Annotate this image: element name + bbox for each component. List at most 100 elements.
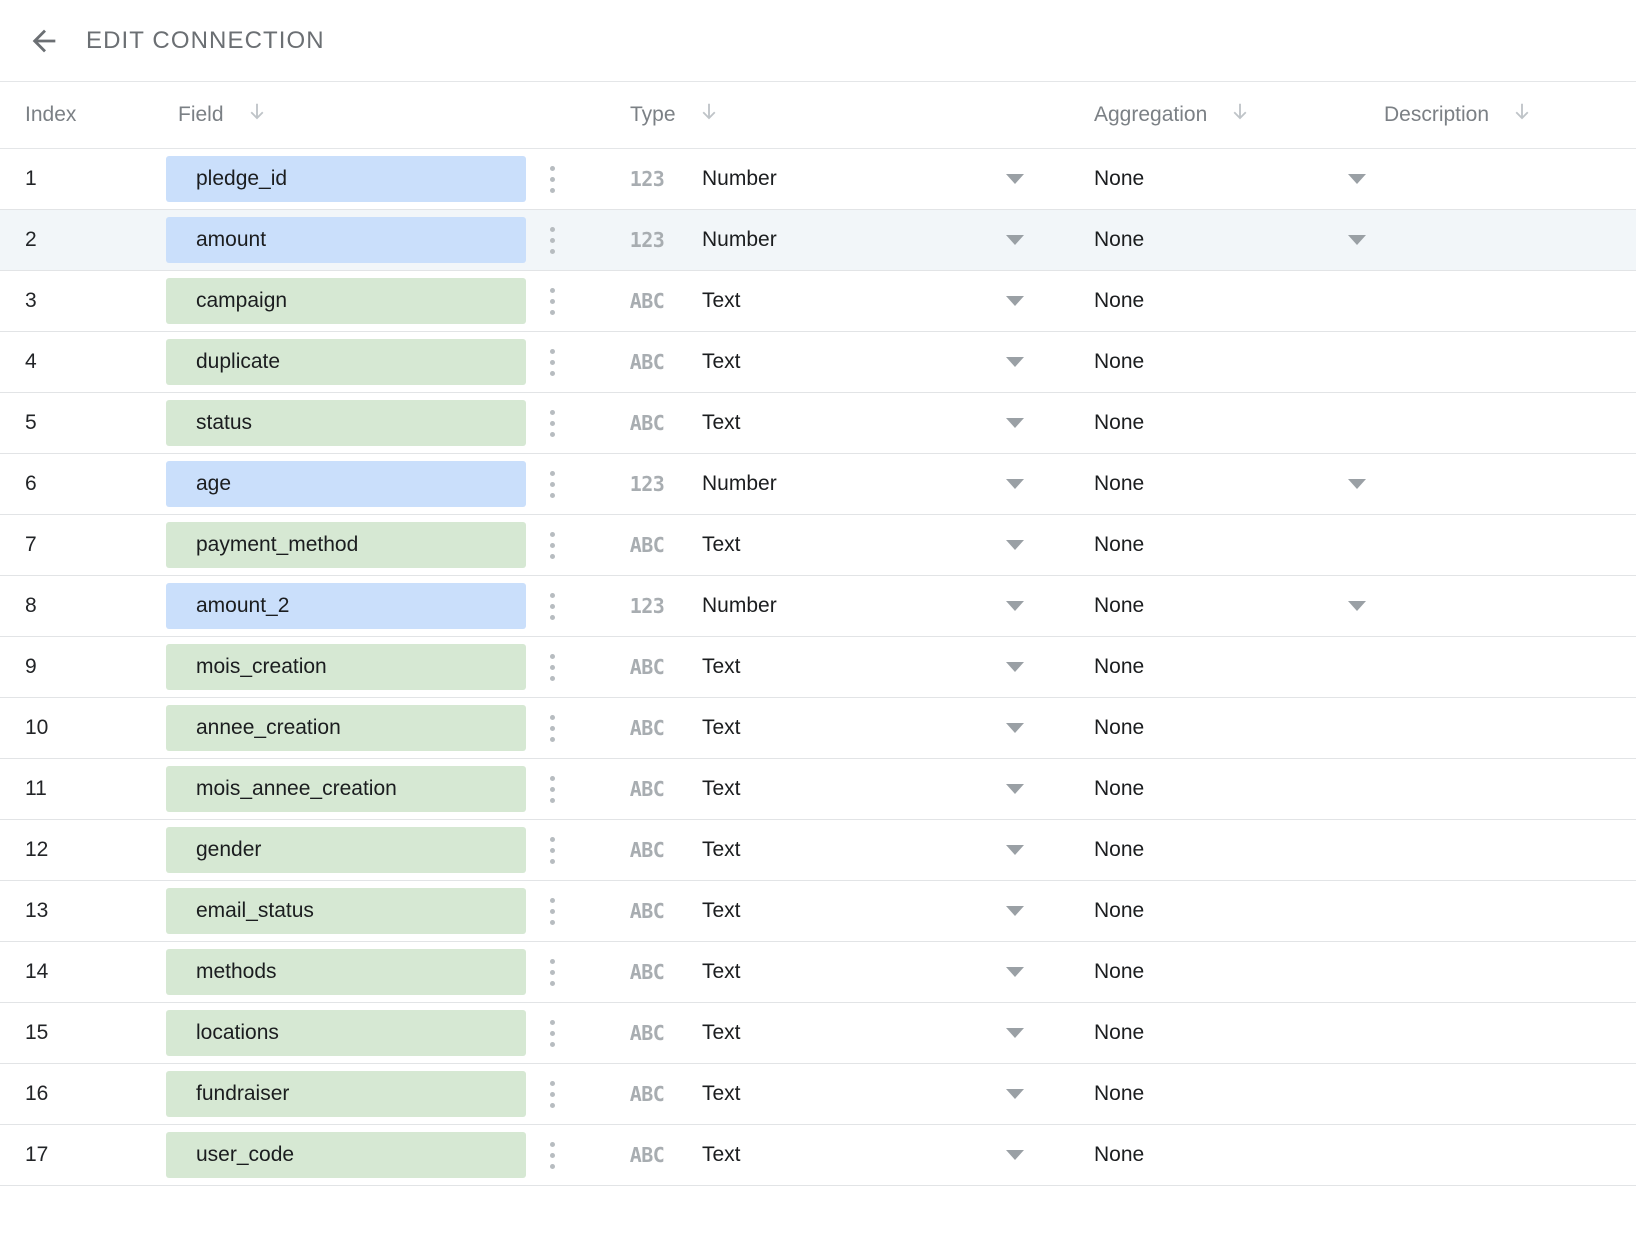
field-more-options-icon[interactable] — [536, 523, 568, 567]
aggregation-dropdown-caret-down-icon[interactable] — [1348, 601, 1366, 611]
field-name-chip[interactable]: duplicate — [166, 339, 526, 385]
type-dropdown-caret-down-icon[interactable] — [1006, 723, 1024, 733]
type-dropdown-caret-down-icon[interactable] — [1006, 845, 1024, 855]
type-cell[interactable]: 123 Number — [600, 228, 1060, 252]
type-cell[interactable]: ABC Text — [600, 960, 1060, 984]
type-cell[interactable]: ABC Text — [600, 838, 1060, 862]
sort-description-arrow-down-icon[interactable] — [1511, 99, 1533, 131]
table-row[interactable]: 14 methods ABC Text None — [0, 942, 1636, 1003]
table-row[interactable]: 4 duplicate ABC Text None — [0, 332, 1636, 393]
type-dropdown-caret-down-icon[interactable] — [1006, 1150, 1024, 1160]
type-cell[interactable]: ABC Text — [600, 777, 1060, 801]
table-row[interactable]: 8 amount_2 123 Number None — [0, 576, 1636, 637]
type-dropdown-caret-down-icon[interactable] — [1006, 784, 1024, 794]
type-dropdown-caret-down-icon[interactable] — [1006, 235, 1024, 245]
field-name-chip[interactable]: amount_2 — [166, 583, 526, 629]
back-button[interactable] — [22, 19, 66, 63]
type-cell[interactable]: ABC Text — [600, 289, 1060, 313]
type-dropdown-caret-down-icon[interactable] — [1006, 540, 1024, 550]
column-header-aggregation[interactable]: Aggregation — [1060, 99, 1366, 131]
type-cell[interactable]: ABC Text — [600, 1021, 1060, 1045]
sort-field-arrow-down-icon[interactable] — [246, 99, 268, 131]
field-more-options-icon[interactable] — [536, 340, 568, 384]
field-more-options-icon[interactable] — [536, 1133, 568, 1177]
field-more-options-icon[interactable] — [536, 1011, 568, 1055]
field-name-chip[interactable]: user_code — [166, 1132, 526, 1178]
field-more-options-icon[interactable] — [536, 401, 568, 445]
field-name-chip[interactable]: campaign — [166, 278, 526, 324]
table-row[interactable]: 17 user_code ABC Text None — [0, 1125, 1636, 1186]
sort-aggregation-arrow-down-icon[interactable] — [1229, 99, 1251, 131]
table-row[interactable]: 12 gender ABC Text None — [0, 820, 1636, 881]
type-dropdown-caret-down-icon[interactable] — [1006, 357, 1024, 367]
field-name-chip[interactable]: mois_creation — [166, 644, 526, 690]
field-more-options-icon[interactable] — [536, 584, 568, 628]
field-more-options-icon[interactable] — [536, 950, 568, 994]
table-row[interactable]: 16 fundraiser ABC Text None — [0, 1064, 1636, 1125]
type-cell[interactable]: ABC Text — [600, 716, 1060, 740]
aggregation-cell[interactable]: None — [1060, 167, 1366, 191]
field-name-chip[interactable]: age — [166, 461, 526, 507]
type-cell[interactable]: 123 Number — [600, 594, 1060, 618]
type-cell[interactable]: ABC Text — [600, 1143, 1060, 1167]
field-name-chip[interactable]: pledge_id — [166, 156, 526, 202]
table-row[interactable]: 6 age 123 Number None — [0, 454, 1636, 515]
table-row[interactable]: 3 campaign ABC Text None — [0, 271, 1636, 332]
field-more-options-icon[interactable] — [536, 706, 568, 750]
type-dropdown-caret-down-icon[interactable] — [1006, 967, 1024, 977]
aggregation-cell[interactable]: None — [1060, 594, 1366, 618]
aggregation-cell[interactable]: None — [1060, 472, 1366, 496]
aggregation-dropdown-caret-down-icon[interactable] — [1348, 235, 1366, 245]
field-more-options-icon[interactable] — [536, 1072, 568, 1116]
field-name-chip[interactable]: payment_method — [166, 522, 526, 568]
type-cell[interactable]: ABC Text — [600, 899, 1060, 923]
type-cell[interactable]: 123 Number — [600, 472, 1060, 496]
field-more-options-icon[interactable] — [536, 218, 568, 262]
field-name-chip[interactable]: methods — [166, 949, 526, 995]
column-header-description[interactable]: Description — [1366, 99, 1636, 131]
field-name-chip[interactable]: mois_annee_creation — [166, 766, 526, 812]
sort-type-arrow-down-icon[interactable] — [698, 99, 720, 131]
aggregation-dropdown-caret-down-icon[interactable] — [1348, 479, 1366, 489]
field-more-options-icon[interactable] — [536, 828, 568, 872]
column-header-field[interactable]: Field — [148, 99, 600, 131]
type-dropdown-caret-down-icon[interactable] — [1006, 418, 1024, 428]
type-dropdown-caret-down-icon[interactable] — [1006, 174, 1024, 184]
field-name-chip[interactable]: locations — [166, 1010, 526, 1056]
type-dropdown-caret-down-icon[interactable] — [1006, 479, 1024, 489]
aggregation-cell[interactable]: None — [1060, 228, 1366, 252]
column-header-type[interactable]: Type — [600, 99, 1060, 131]
table-row[interactable]: 9 mois_creation ABC Text None — [0, 637, 1636, 698]
table-row[interactable]: 1 pledge_id 123 Number None — [0, 149, 1636, 210]
type-cell[interactable]: ABC Text — [600, 1082, 1060, 1106]
field-more-options-icon[interactable] — [536, 767, 568, 811]
table-row[interactable]: 7 payment_method ABC Text None — [0, 515, 1636, 576]
field-name-chip[interactable]: gender — [166, 827, 526, 873]
table-row[interactable]: 11 mois_annee_creation ABC Text None — [0, 759, 1636, 820]
table-row[interactable]: 13 email_status ABC Text None — [0, 881, 1636, 942]
table-row[interactable]: 5 status ABC Text None — [0, 393, 1636, 454]
type-cell[interactable]: ABC Text — [600, 411, 1060, 435]
field-more-options-icon[interactable] — [536, 279, 568, 323]
table-row[interactable]: 15 locations ABC Text None — [0, 1003, 1636, 1064]
type-cell[interactable]: ABC Text — [600, 350, 1060, 374]
field-name-chip[interactable]: status — [166, 400, 526, 446]
field-more-options-icon[interactable] — [536, 462, 568, 506]
type-cell[interactable]: ABC Text — [600, 655, 1060, 679]
field-name-chip[interactable]: fundraiser — [166, 1071, 526, 1117]
field-name-chip[interactable]: email_status — [166, 888, 526, 934]
field-more-options-icon[interactable] — [536, 889, 568, 933]
type-dropdown-caret-down-icon[interactable] — [1006, 601, 1024, 611]
type-cell[interactable]: ABC Text — [600, 533, 1060, 557]
field-more-options-icon[interactable] — [536, 645, 568, 689]
type-cell[interactable]: 123 Number — [600, 167, 1060, 191]
type-dropdown-caret-down-icon[interactable] — [1006, 1028, 1024, 1038]
table-row[interactable]: 2 amount 123 Number None — [0, 210, 1636, 271]
aggregation-dropdown-caret-down-icon[interactable] — [1348, 174, 1366, 184]
field-more-options-icon[interactable] — [536, 157, 568, 201]
type-dropdown-caret-down-icon[interactable] — [1006, 662, 1024, 672]
type-dropdown-caret-down-icon[interactable] — [1006, 296, 1024, 306]
type-dropdown-caret-down-icon[interactable] — [1006, 906, 1024, 916]
field-name-chip[interactable]: amount — [166, 217, 526, 263]
type-dropdown-caret-down-icon[interactable] — [1006, 1089, 1024, 1099]
